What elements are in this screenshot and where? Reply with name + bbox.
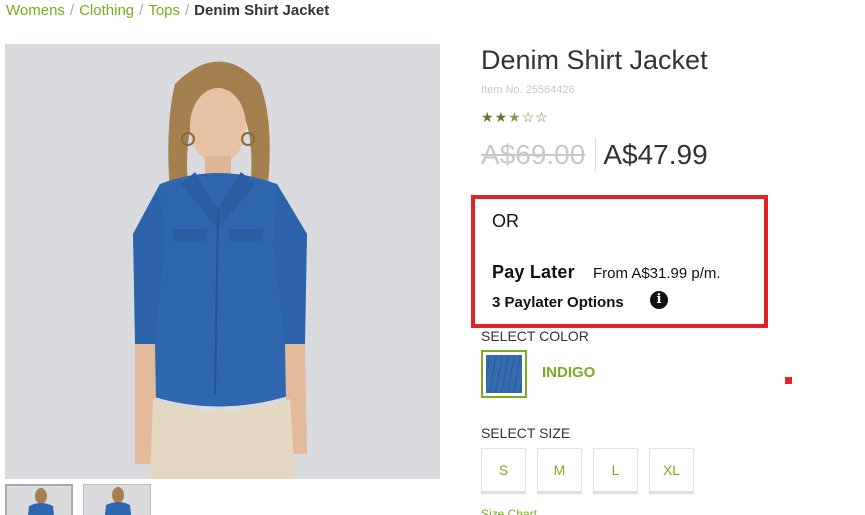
breadcrumb-link-womens[interactable]: Womens: [6, 2, 65, 19]
now-price: A$47.99: [603, 139, 708, 170]
select-color-label: SELECT COLOR: [481, 328, 589, 344]
rating-stars[interactable]: ★ ★ ★ ☆ ☆: [481, 110, 548, 124]
swatch-fabric: [486, 355, 522, 393]
breadcrumb-separator: /: [69, 2, 75, 19]
red-marker: [785, 377, 792, 384]
product-title: Denim Shirt Jacket: [481, 45, 708, 75]
breadcrumb-link-clothing[interactable]: Clothing: [79, 2, 134, 19]
price-divider: [595, 138, 597, 172]
paylater-options-text: 3 Paylater Options: [492, 294, 624, 311]
breadcrumb: Womens / Clothing / Tops / Denim Shirt Jacket: [6, 2, 329, 19]
size-option-m[interactable]: M: [537, 448, 582, 494]
paylater-from-price: From A$31.99 p/m.: [593, 265, 721, 282]
thumbnail-back[interactable]: [83, 484, 151, 515]
star-empty-icon: ☆: [521, 109, 535, 125]
thumbnail-front[interactable]: [5, 484, 73, 515]
price-row: A$69.00 A$47.99: [481, 138, 708, 172]
thumbnail-strip: [5, 484, 151, 515]
breadcrumb-link-tops[interactable]: Tops: [148, 2, 180, 19]
paylater-or-label: OR: [492, 211, 519, 231]
breadcrumb-separator: /: [139, 2, 144, 19]
breadcrumb-separator: /: [185, 2, 190, 19]
size-option-s[interactable]: S: [481, 448, 526, 494]
selected-color-name: INDIGO: [542, 364, 596, 381]
size-option-xl[interactable]: XL: [649, 448, 694, 494]
star-empty-icon: ☆: [535, 109, 548, 125]
color-swatch-indigo[interactable]: [481, 350, 527, 398]
size-option-l[interactable]: L: [593, 448, 638, 494]
paylater-box: OR Pay Later From A$31.99 p/m. 3 Paylate…: [471, 195, 768, 328]
paylater-title: Pay Later: [492, 262, 575, 282]
size-chart-link[interactable]: Size Chart: [481, 507, 537, 515]
item-number: Item No. 25564426: [481, 84, 575, 96]
product-main-image[interactable]: [5, 44, 440, 479]
size-options: S M L XL: [481, 448, 694, 494]
was-price: A$69.00: [481, 139, 586, 170]
breadcrumb-current: Denim Shirt Jacket: [194, 2, 330, 19]
star-full-icon: ★: [494, 109, 508, 125]
star-full-icon: ★: [481, 109, 494, 125]
star-half-icon: ★: [508, 109, 521, 125]
info-icon[interactable]: i: [650, 291, 668, 309]
select-size-label: SELECT SIZE: [481, 425, 571, 441]
